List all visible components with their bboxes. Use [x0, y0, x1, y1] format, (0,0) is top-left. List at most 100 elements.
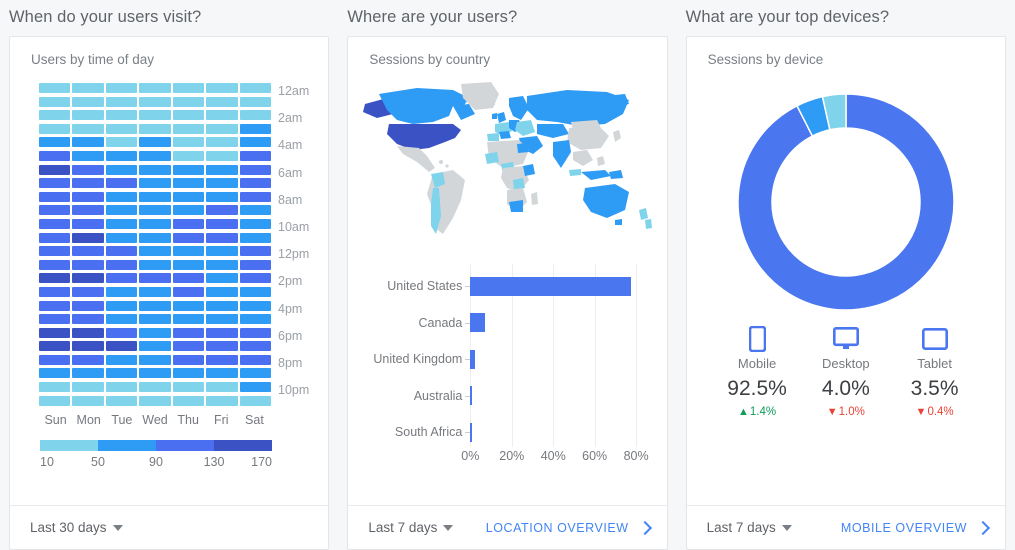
- heatmap-cell[interactable]: [105, 382, 138, 393]
- heatmap-cell[interactable]: [239, 123, 271, 134]
- date-range-selector-location[interactable]: Last 7 days: [368, 520, 454, 535]
- heatmap-cell[interactable]: [105, 232, 138, 243]
- heatmap-cell[interactable]: [206, 259, 238, 270]
- heatmap-cell[interactable]: [206, 191, 238, 202]
- heatmap-cell[interactable]: [139, 150, 171, 161]
- heatmap-cell[interactable]: [172, 191, 205, 202]
- heatmap-cell[interactable]: [105, 218, 138, 229]
- heatmap-cell[interactable]: [72, 327, 104, 338]
- heatmap-cell[interactable]: [105, 354, 138, 365]
- heatmap-cell[interactable]: [105, 83, 138, 93]
- heatmap-cell[interactable]: [39, 327, 71, 338]
- heatmap-cell[interactable]: [39, 368, 71, 379]
- heatmap-cell[interactable]: [105, 191, 138, 202]
- heatmap-cell[interactable]: [72, 368, 104, 379]
- heatmap-cell[interactable]: [206, 150, 238, 161]
- heatmap-cell[interactable]: [239, 259, 271, 270]
- heatmap-cell[interactable]: [105, 246, 138, 257]
- heatmap-cell[interactable]: [139, 327, 171, 338]
- heatmap-cell[interactable]: [72, 178, 104, 189]
- heatmap-cell[interactable]: [72, 83, 104, 93]
- heatmap-cell[interactable]: [72, 246, 104, 257]
- heatmap-cell[interactable]: [72, 232, 104, 243]
- device-stat[interactable]: Mobile 92.5% ▲ 1.4%: [713, 324, 802, 418]
- heatmap-cell[interactable]: [239, 83, 271, 93]
- heatmap-cell[interactable]: [39, 218, 71, 229]
- bar-fill[interactable]: [470, 422, 472, 442]
- device-stat[interactable]: Tablet 3.5% ▼ 0.4%: [890, 324, 979, 418]
- heatmap-cell[interactable]: [206, 178, 238, 189]
- heatmap-cell[interactable]: [139, 341, 171, 352]
- heatmap-cell[interactable]: [206, 382, 238, 393]
- heatmap-cell[interactable]: [39, 259, 71, 270]
- heatmap-cell[interactable]: [72, 395, 104, 406]
- heatmap-cell[interactable]: [139, 382, 171, 393]
- heatmap-cell[interactable]: [39, 123, 71, 134]
- heatmap-cell[interactable]: [72, 137, 104, 148]
- heatmap-cell[interactable]: [39, 178, 71, 189]
- heatmap-cell[interactable]: [239, 232, 271, 243]
- heatmap-cell[interactable]: [239, 354, 271, 365]
- heatmap-cell[interactable]: [139, 259, 171, 270]
- heatmap-cell[interactable]: [206, 232, 238, 243]
- heatmap-cell[interactable]: [239, 246, 271, 257]
- heatmap-cell[interactable]: [139, 191, 171, 202]
- heatmap-cell[interactable]: [72, 218, 104, 229]
- bar-fill[interactable]: [470, 386, 473, 406]
- bar-chart-row[interactable]: Canada: [348, 305, 652, 342]
- heatmap-cell[interactable]: [239, 96, 271, 107]
- heatmap-cell[interactable]: [239, 110, 271, 121]
- heatmap-cell[interactable]: [72, 96, 104, 107]
- heatmap-cell[interactable]: [206, 286, 238, 297]
- heatmap-cell[interactable]: [172, 314, 205, 325]
- heatmap-cell[interactable]: [239, 178, 271, 189]
- heatmap-cell[interactable]: [105, 341, 138, 352]
- heatmap-cell[interactable]: [39, 191, 71, 202]
- heatmap-cell[interactable]: [239, 205, 271, 216]
- heatmap-cell[interactable]: [105, 110, 138, 121]
- heatmap-cell[interactable]: [72, 354, 104, 365]
- heatmap-cell[interactable]: [139, 178, 171, 189]
- heatmap-cell[interactable]: [172, 327, 205, 338]
- heatmap-cell[interactable]: [139, 395, 171, 406]
- heatmap-cell[interactable]: [172, 300, 205, 311]
- heatmap-cell[interactable]: [206, 123, 238, 134]
- heatmap-cell[interactable]: [172, 110, 205, 121]
- heatmap-cell[interactable]: [139, 368, 171, 379]
- heatmap-cell[interactable]: [172, 232, 205, 243]
- heatmap-cell[interactable]: [239, 286, 271, 297]
- heatmap-cell[interactable]: [39, 273, 71, 284]
- heatmap-cell[interactable]: [139, 286, 171, 297]
- heatmap-cell[interactable]: [206, 354, 238, 365]
- world-map-chart[interactable]: [348, 72, 666, 262]
- heatmap-cell[interactable]: [206, 218, 238, 229]
- heatmap-cell[interactable]: [139, 83, 171, 93]
- heatmap-cell[interactable]: [105, 314, 138, 325]
- heatmap-cell[interactable]: [105, 137, 138, 148]
- heatmap-cell[interactable]: [172, 382, 205, 393]
- heatmap-cell[interactable]: [139, 246, 171, 257]
- location-overview-link[interactable]: LOCATION OVERVIEW: [486, 520, 652, 535]
- heatmap-cell[interactable]: [72, 110, 104, 121]
- heatmap-cell[interactable]: [239, 137, 271, 148]
- bar-fill[interactable]: [470, 313, 485, 333]
- bar-chart-row[interactable]: Australia: [348, 378, 652, 415]
- heatmap-cell[interactable]: [206, 164, 238, 175]
- heatmap-cell[interactable]: [239, 382, 271, 393]
- heatmap-cell[interactable]: [39, 314, 71, 325]
- heatmap-cell[interactable]: [72, 314, 104, 325]
- heatmap-cell[interactable]: [172, 273, 205, 284]
- heatmap-cell[interactable]: [239, 164, 271, 175]
- heatmap-cell[interactable]: [139, 96, 171, 107]
- heatmap-cell[interactable]: [72, 341, 104, 352]
- heatmap-cell[interactable]: [172, 123, 205, 134]
- device-stat[interactable]: Desktop 4.0% ▼ 1.0%: [801, 324, 890, 418]
- heatmap-cell[interactable]: [206, 395, 238, 406]
- heatmap-cell[interactable]: [239, 300, 271, 311]
- heatmap-cell[interactable]: [72, 300, 104, 311]
- heatmap-cell[interactable]: [172, 354, 205, 365]
- heatmap-cell[interactable]: [239, 150, 271, 161]
- heatmap-cell[interactable]: [172, 368, 205, 379]
- heatmap-cell[interactable]: [39, 382, 71, 393]
- heatmap-cell[interactable]: [39, 164, 71, 175]
